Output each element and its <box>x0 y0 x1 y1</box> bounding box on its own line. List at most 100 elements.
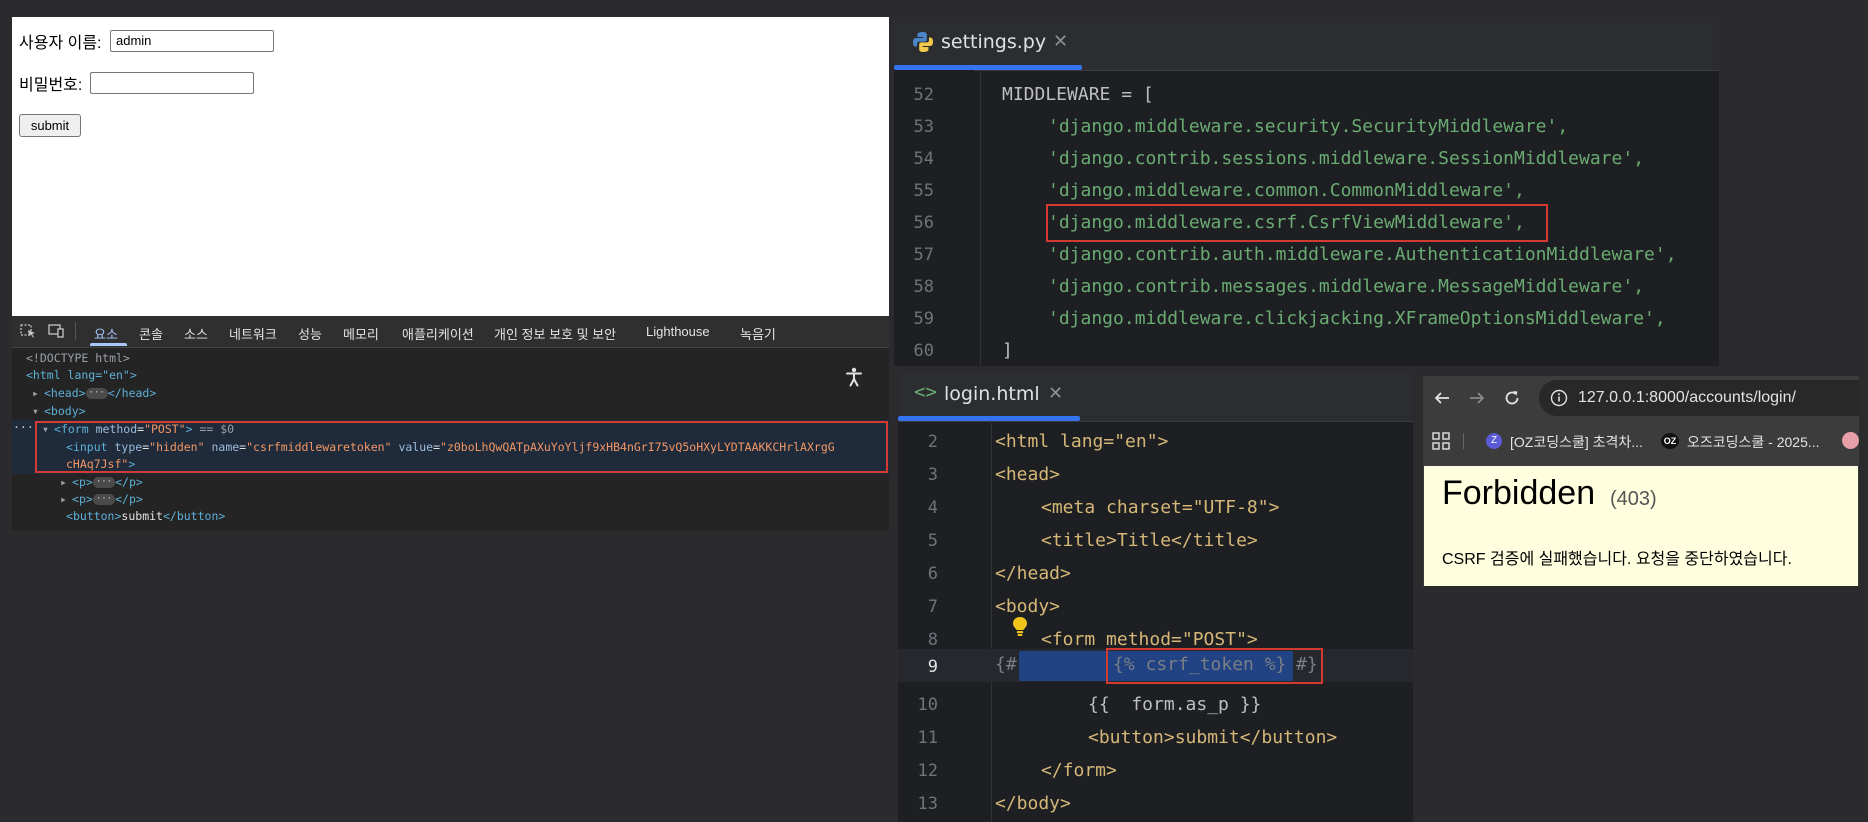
code-line[interactable]: </form> <box>1041 760 1117 781</box>
forward-arrow-icon[interactable] <box>1468 390 1486 406</box>
tab-elements[interactable]: 요소 <box>94 324 118 343</box>
html-file-icon: <> <box>914 381 937 403</box>
line-number: 56 <box>913 213 934 233</box>
line-number: 7 <box>927 597 938 617</box>
bookmark-item[interactable]: [OZ코딩스쿨] 초격차... <box>1510 432 1643 452</box>
ellipsis-icon[interactable]: ··· <box>92 477 116 488</box>
status-code: (403) <box>1610 488 1657 510</box>
code-line[interactable]: <head> <box>995 464 1060 485</box>
close-icon[interactable]: ✕ <box>1053 31 1068 52</box>
tab-application[interactable]: 애플리케이션 <box>402 324 474 343</box>
python-file-icon <box>913 32 933 52</box>
active-tab-indicator <box>90 343 127 346</box>
browser-window: 127.0.0.1:8000/accounts/login/ Z [OZ코딩스쿨… <box>1423 376 1859 586</box>
code-line[interactable]: <title>Title</title> <box>1041 530 1258 551</box>
code-line[interactable]: </body> <box>995 793 1071 814</box>
code-line[interactable]: 'django.contrib.messages.middleware.Mess… <box>1048 276 1644 297</box>
dom-p-1[interactable]: ▸ <p> ··· </p> <box>60 475 143 489</box>
tab-network[interactable]: 네트워크 <box>229 324 277 343</box>
tab-divider <box>75 322 76 340</box>
inspect-element-icon[interactable] <box>20 324 36 338</box>
accessibility-icon[interactable] <box>845 367 863 387</box>
line-number: 57 <box>913 245 934 265</box>
line-number: 10 <box>917 695 938 715</box>
settings-editor: settings.py ✕ 52 53 54 55 56 57 58 59 60… <box>894 18 1719 366</box>
highlight-box <box>1106 648 1323 684</box>
site-info-icon[interactable] <box>1550 389 1568 407</box>
highlight-box <box>1046 204 1548 242</box>
bookmark-divider <box>1463 433 1464 449</box>
collapse-triangle-icon[interactable]: ▾ <box>32 404 44 418</box>
expand-triangle-icon[interactable]: ▸ <box>60 492 72 506</box>
code-line[interactable]: ] <box>1002 340 1013 361</box>
apps-grid-icon[interactable] <box>1432 432 1450 450</box>
line-number: 52 <box>913 85 934 105</box>
settings-tabbar: settings.py ✕ <box>894 18 1719 71</box>
line-number: 59 <box>913 309 934 329</box>
line-number: 8 <box>927 630 938 650</box>
code-line[interactable]: 'django.contrib.auth.middleware.Authenti… <box>1048 244 1677 265</box>
username-input[interactable]: admin <box>110 30 274 52</box>
code-line[interactable]: <button>submit</button> <box>1088 727 1337 748</box>
more-options-icon[interactable]: ··· <box>13 420 34 434</box>
ellipsis-icon[interactable]: ··· <box>85 388 108 399</box>
tab-console[interactable]: 콘솔 <box>139 324 163 343</box>
back-arrow-icon[interactable] <box>1433 390 1451 406</box>
code-line[interactable]: 'django.contrib.sessions.middleware.Sess… <box>1048 148 1644 169</box>
line-number: 6 <box>927 564 938 584</box>
lightbulb-icon[interactable] <box>1012 616 1028 638</box>
gutter-divider <box>980 70 981 366</box>
ellipsis-icon[interactable]: ··· <box>92 494 116 505</box>
login-template-editor: <> login.html ✕ 2 3 4 5 6 7 8 9 10 11 12… <box>898 371 1413 822</box>
code-line[interactable]: </head> <box>995 563 1071 584</box>
code-line[interactable]: {{ form.as_p }} <box>1088 694 1261 715</box>
error-message: CSRF 검증에 실패했습니다. 요청을 중단하였습니다. <box>1442 551 1792 568</box>
tab-lighthouse[interactable]: Lighthouse <box>646 324 710 339</box>
login-page: 사용자 이름: admin 비밀번호: submit <box>12 17 889 316</box>
code-line[interactable]: 'django.middleware.security.SecurityMidd… <box>1048 116 1568 137</box>
code-line[interactable]: 'django.middleware.clickjacking.XFrameOp… <box>1048 308 1666 329</box>
close-icon[interactable]: ✕ <box>1048 383 1063 404</box>
bookmark-favicon-icon <box>1842 432 1859 449</box>
line-number: 55 <box>913 181 934 201</box>
dom-head[interactable]: ▸ <head> ··· </head> <box>32 386 156 400</box>
bookmark-oz-badge: OZ <box>1661 433 1679 449</box>
tab-recorder[interactable]: 녹음기 <box>740 324 776 343</box>
tab-memory[interactable]: 메모리 <box>343 324 379 343</box>
forbidden-page: Forbidden (403) CSRF 검증에 실패했습니다. 요청을 중단하… <box>1424 466 1858 586</box>
forbidden-title: Forbidden <box>1442 474 1596 512</box>
tab-performance[interactable]: 성능 <box>298 324 322 343</box>
dom-p-2[interactable]: ▸ <p> ··· </p> <box>60 492 143 506</box>
line-number: 13 <box>917 794 938 814</box>
url-text[interactable]: 127.0.0.1:8000/accounts/login/ <box>1578 389 1796 407</box>
code-line[interactable]: <html lang="en"> <box>995 431 1168 452</box>
password-input[interactable] <box>90 72 254 94</box>
dom-button[interactable]: <button>submit</button> <box>66 509 225 523</box>
submit-button[interactable]: submit <box>19 114 81 137</box>
tab-sources[interactable]: 소스 <box>184 324 208 343</box>
line-number: 54 <box>913 149 934 169</box>
bookmark-item[interactable]: 오즈코딩스쿨 - 2025... <box>1687 432 1820 452</box>
settings-tab-label[interactable]: settings.py <box>941 31 1046 53</box>
login-tabbar: <> login.html ✕ <box>898 371 1413 422</box>
line-number-current: 9 <box>927 657 938 677</box>
code-line-comment-start[interactable]: {# <box>995 654 1017 675</box>
code-line[interactable]: <meta charset="UTF-8"> <box>1041 497 1279 518</box>
expand-triangle-icon[interactable]: ▸ <box>60 475 72 489</box>
code-line[interactable]: <form method="POST"> <box>1041 629 1258 650</box>
devtools-tabbar: 요소 콘솔 소스 네트워크 성능 메모리 애플리케이션 개인 정보 보호 및 보… <box>12 316 889 348</box>
active-tab-indicator <box>898 416 1080 421</box>
dom-body-open[interactable]: ▾ <body> <box>32 404 86 418</box>
device-toolbar-icon[interactable] <box>48 324 64 338</box>
dom-html-open[interactable]: <html lang="en"> <box>26 368 137 382</box>
code-line[interactable]: <body> <box>995 596 1060 617</box>
tab-privacy-security[interactable]: 개인 정보 보호 및 보안 <box>494 324 616 343</box>
reload-icon[interactable] <box>1503 389 1521 407</box>
expand-triangle-icon[interactable]: ▸ <box>32 386 44 400</box>
code-line[interactable]: MIDDLEWARE = [ <box>1002 84 1154 105</box>
login-tab-label[interactable]: login.html <box>944 383 1040 405</box>
code-line[interactable]: 'django.middleware.common.CommonMiddlewa… <box>1048 180 1525 201</box>
line-number: 5 <box>927 531 938 551</box>
dom-doctype[interactable]: <!DOCTYPE html> <box>26 351 130 365</box>
bookmark-favicon-icon: Z <box>1486 433 1502 449</box>
